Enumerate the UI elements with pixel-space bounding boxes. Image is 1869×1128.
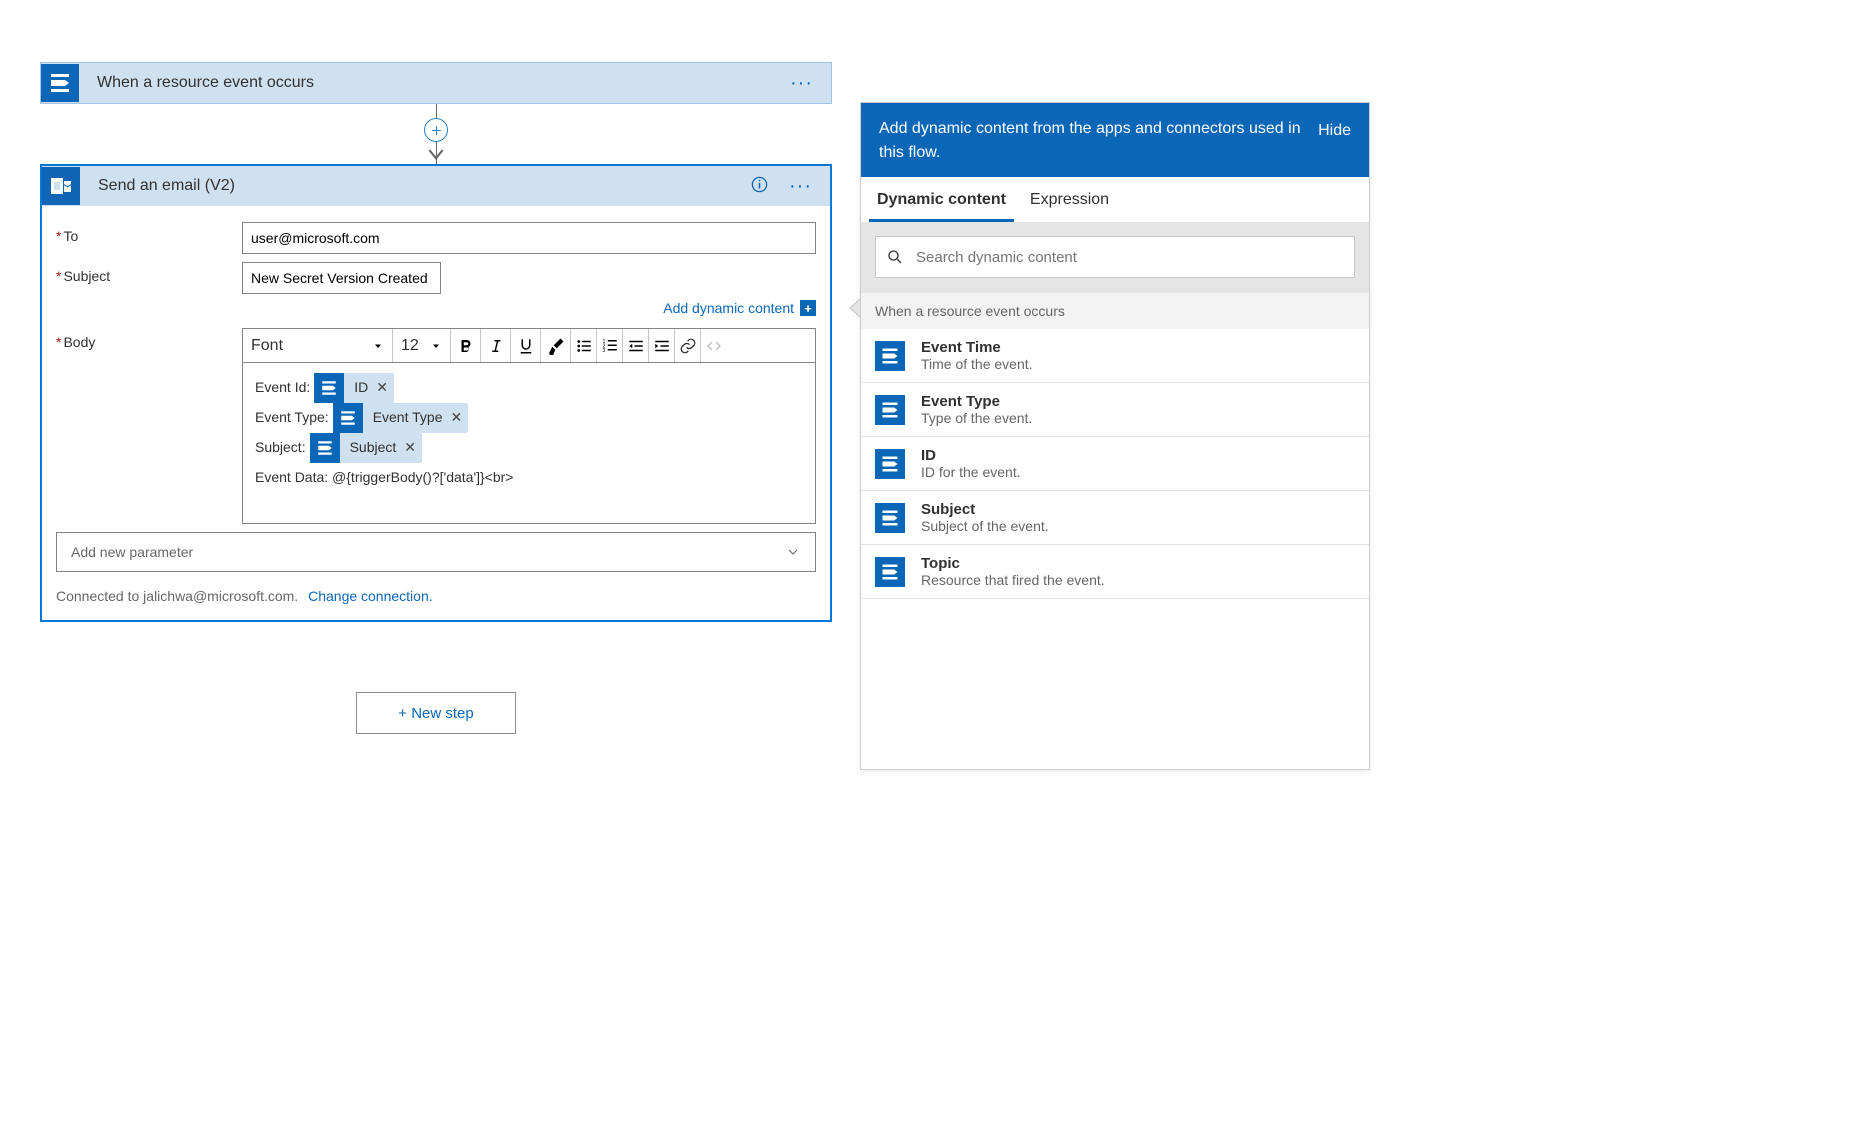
outdent-button[interactable] [623, 329, 649, 362]
panel-header-text: Add dynamic content from the apps and co… [879, 117, 1318, 165]
item-subtitle: Resource that fired the event. [921, 572, 1105, 588]
new-step-button[interactable]: + New step [356, 692, 516, 734]
search-box[interactable] [875, 236, 1355, 278]
body-text-line1: Event Id: [255, 373, 310, 402]
underline-button[interactable] [511, 329, 541, 362]
event-grid-icon [314, 373, 344, 403]
font-dropdown[interactable]: Font [243, 329, 393, 362]
action-card: Send an email (V2) ··· *To *Subject Add … [40, 164, 832, 622]
change-connection-link[interactable]: Change connection. [308, 588, 433, 604]
event-grid-icon [875, 449, 905, 479]
event-grid-icon [875, 503, 905, 533]
item-subtitle: Time of the event. [921, 356, 1033, 372]
to-input[interactable] [242, 222, 816, 254]
subject-label: *Subject [56, 262, 242, 284]
dynamic-content-item[interactable]: Event Type Type of the event. [861, 383, 1369, 437]
item-title: Event Time [921, 339, 1033, 356]
event-grid-icon [875, 395, 905, 425]
dynamic-content-item[interactable]: ID ID for the event. [861, 437, 1369, 491]
event-grid-icon [310, 433, 340, 463]
add-parameter-dropdown[interactable]: Add new parameter [56, 532, 816, 572]
item-title: Event Type [921, 393, 1032, 410]
dynamic-content-item[interactable]: Event Time Time of the event. [861, 329, 1369, 383]
remove-token-icon[interactable]: ✕ [404, 433, 416, 462]
section-title: When a resource event occurs [861, 292, 1369, 329]
to-label: *To [56, 222, 242, 244]
add-dynamic-content-button[interactable]: + [800, 300, 816, 316]
code-view-button[interactable] [701, 329, 727, 362]
rich-text-toolbar: Font 12 [243, 329, 815, 363]
action-menu-button[interactable]: ··· [783, 181, 818, 191]
body-text-line3: Subject: [255, 433, 306, 462]
chevron-down-icon [785, 544, 801, 560]
trigger-card[interactable]: When a resource event occurs ··· [40, 62, 832, 104]
token-subject[interactable]: Subject ✕ [310, 433, 422, 463]
flow-connector [40, 104, 832, 164]
italic-button[interactable] [481, 329, 511, 362]
item-title: ID [921, 447, 1021, 464]
item-subtitle: ID for the event. [921, 464, 1021, 480]
item-subtitle: Type of the event. [921, 410, 1032, 426]
info-icon[interactable] [750, 175, 769, 197]
number-list-button[interactable] [597, 329, 623, 362]
dynamic-content-item[interactable]: Topic Resource that fired the event. [861, 545, 1369, 599]
tab-expression[interactable]: Expression [1022, 177, 1117, 222]
trigger-title: When a resource event occurs [79, 74, 784, 92]
action-title: Send an email (V2) [80, 177, 750, 195]
indent-button[interactable] [649, 329, 675, 362]
subject-input[interactable] [242, 262, 441, 294]
panel-callout-pointer [849, 298, 860, 318]
arrow-down-icon [426, 148, 446, 165]
token-event-type[interactable]: Event Type ✕ [333, 403, 469, 433]
body-text-line2: Event Type: [255, 403, 329, 432]
event-grid-icon [875, 557, 905, 587]
tab-dynamic-content[interactable]: Dynamic content [869, 177, 1014, 222]
add-dynamic-content-link[interactable]: Add dynamic content [663, 300, 794, 316]
highlight-button[interactable] [541, 329, 571, 362]
item-title: Subject [921, 501, 1049, 518]
trigger-menu-button[interactable]: ··· [784, 78, 819, 88]
connection-status: Connected to jalichwa@microsoft.com. [56, 588, 298, 604]
event-grid-icon [41, 64, 79, 102]
body-text-line4: Event Data: @{triggerBody()?['data']}<br… [255, 463, 513, 492]
event-grid-icon [333, 403, 363, 433]
hide-panel-button[interactable]: Hide [1318, 117, 1351, 143]
token-id[interactable]: ID ✕ [314, 373, 394, 403]
remove-token-icon[interactable]: ✕ [376, 373, 388, 402]
event-grid-icon [875, 341, 905, 371]
item-subtitle: Subject of the event. [921, 518, 1049, 534]
dynamic-content-item[interactable]: Subject Subject of the event. [861, 491, 1369, 545]
search-input[interactable] [916, 249, 1344, 266]
search-icon [886, 248, 904, 266]
remove-token-icon[interactable]: ✕ [450, 403, 462, 432]
font-size-dropdown[interactable]: 12 [393, 329, 451, 362]
dynamic-content-panel: Add dynamic content from the apps and co… [860, 102, 1370, 770]
outlook-icon [42, 167, 80, 205]
body-editor[interactable]: Font 12 [242, 328, 816, 524]
link-button[interactable] [675, 329, 701, 362]
bold-button[interactable] [451, 329, 481, 362]
body-label: *Body [56, 328, 242, 350]
bullet-list-button[interactable] [571, 329, 597, 362]
add-action-button[interactable] [424, 118, 448, 142]
item-title: Topic [921, 555, 1105, 572]
